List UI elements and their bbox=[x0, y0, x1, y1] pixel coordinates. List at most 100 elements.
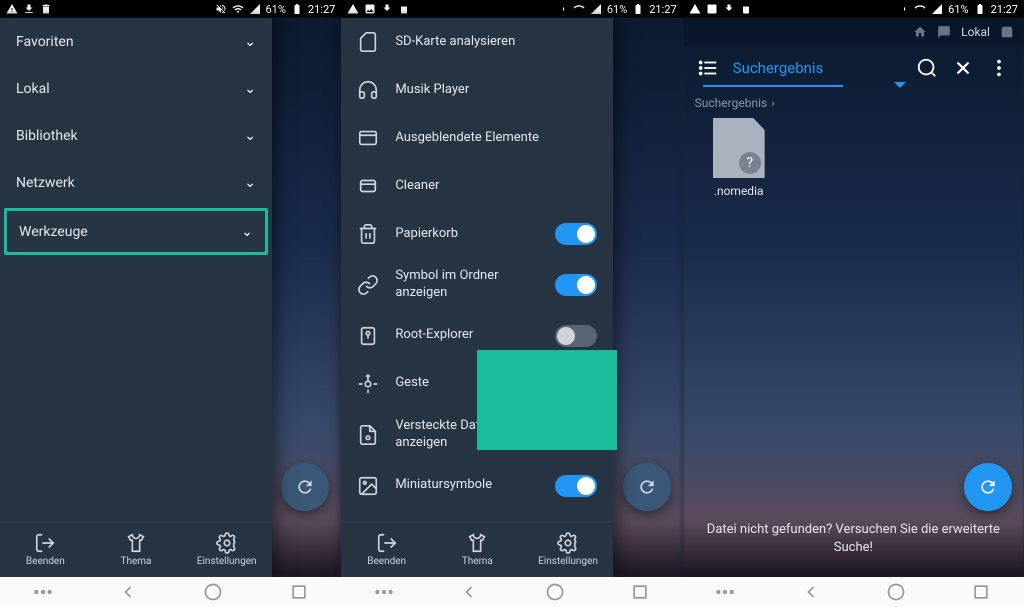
setting-row-gesture[interactable]: Geste bbox=[341, 360, 613, 408]
search-icon[interactable] bbox=[916, 57, 938, 79]
bottom-label: Einstellungen bbox=[197, 556, 257, 567]
setting-row-hiddenfile[interactable]: Versteckte Dateien anzeigen bbox=[341, 408, 613, 462]
battery-icon bbox=[974, 3, 986, 15]
setting-label: Miniatursymbole bbox=[395, 477, 539, 494]
nav-back-icon[interactable] bbox=[118, 582, 138, 602]
file-item-nomedia[interactable]: ? .nomedia bbox=[701, 118, 777, 198]
drawer-item-favoriten[interactable]: Favoriten ⌄ bbox=[0, 18, 272, 65]
tools-settings-list: SD-Karte analysieren Musik Player Ausgeble… bbox=[341, 18, 613, 521]
cleaner-icon bbox=[357, 175, 379, 197]
close-icon[interactable] bbox=[952, 57, 974, 79]
nav-back-icon[interactable] bbox=[801, 582, 821, 602]
list-view-icon[interactable] bbox=[697, 57, 719, 79]
navigation-drawer: Favoriten ⌄ Lokal ⌄ Bibliothek ⌄ Netzwer… bbox=[0, 18, 272, 577]
breadcrumb[interactable]: Suchergebnis › bbox=[683, 90, 1024, 116]
setting-label: Cleaner bbox=[395, 178, 597, 195]
bottom-thema[interactable]: Thema bbox=[91, 522, 182, 577]
setting-label: Geste bbox=[395, 375, 539, 392]
sdcard-icon bbox=[357, 31, 379, 53]
tshirt-icon bbox=[466, 532, 488, 554]
setting-label: Musik Player bbox=[395, 82, 597, 99]
nav-menu-icon[interactable] bbox=[715, 582, 735, 602]
drawer-item-werkzeuge[interactable]: Werkzeuge ⌄ bbox=[4, 208, 268, 255]
link-icon bbox=[357, 274, 379, 296]
toggle-knob bbox=[557, 327, 575, 345]
bottom-einstellungen[interactable]: Einstellungen bbox=[181, 522, 272, 577]
setting-row-cleaner[interactable]: Cleaner bbox=[341, 162, 613, 210]
trash-small-icon bbox=[40, 3, 52, 15]
battery-text: 61% bbox=[607, 3, 627, 16]
hidden-icon bbox=[357, 127, 379, 149]
toggle-switch[interactable] bbox=[555, 274, 597, 296]
drawer-item-netzwerk[interactable]: Netzwerk ⌄ bbox=[0, 159, 272, 206]
drawer-label: Netzwerk bbox=[16, 175, 75, 191]
android-nav-bar bbox=[683, 577, 1024, 607]
archive-icon[interactable] bbox=[1000, 25, 1014, 39]
chevron-down-icon: ⌄ bbox=[244, 81, 256, 97]
nav-menu-icon[interactable] bbox=[374, 582, 394, 602]
screen-1-drawer-categories: 61% 21:27 ‹ Favoriten ⌄ Lokal ⌄ Biblioth… bbox=[0, 0, 341, 607]
download-icon bbox=[381, 3, 393, 15]
refresh-fab-bg[interactable] bbox=[623, 463, 671, 511]
topbar-location-label[interactable]: Lokal bbox=[961, 25, 990, 39]
bottom-label: Beenden bbox=[26, 556, 65, 567]
setting-row-sdcard[interactable]: SD-Karte analysieren bbox=[341, 18, 613, 66]
setting-row-root[interactable]: Root-Explorer bbox=[341, 312, 613, 360]
nav-back-icon[interactable] bbox=[459, 582, 479, 602]
nav-menu-icon[interactable] bbox=[33, 582, 53, 602]
bottom-label: Einstellungen bbox=[538, 556, 598, 567]
bottom-thema[interactable]: Thema bbox=[432, 522, 523, 577]
toggle-switch[interactable] bbox=[555, 373, 597, 395]
clock-text: 21:27 bbox=[308, 3, 335, 16]
refresh-fab-bg[interactable] bbox=[281, 463, 329, 511]
advanced-search-tip[interactable]: Datei nicht gefunden? Versuchen Sie die … bbox=[683, 521, 1024, 557]
setting-row-link[interactable]: Symbol im Ordner anzeigen bbox=[341, 258, 613, 312]
bottom-label: Thema bbox=[121, 556, 152, 567]
unknown-file-badge-icon: ? bbox=[739, 152, 761, 174]
setting-row-trash[interactable]: Papierkorb bbox=[341, 210, 613, 258]
nav-home-icon[interactable] bbox=[886, 582, 906, 602]
setting-row-hidden[interactable]: Ausgeblendete Elemente bbox=[341, 114, 613, 162]
battery-icon bbox=[291, 3, 303, 15]
gear-icon bbox=[557, 532, 579, 554]
file-thumbnail: ? bbox=[713, 118, 765, 178]
nav-recents-icon[interactable] bbox=[289, 582, 309, 602]
search-result-title[interactable]: Suchergebnis bbox=[733, 59, 902, 77]
bottom-einstellungen[interactable]: Einstellungen bbox=[523, 522, 614, 577]
nav-recents-icon[interactable] bbox=[630, 582, 650, 602]
toggle-knob bbox=[577, 276, 595, 294]
trash-small-icon bbox=[740, 3, 752, 15]
bottom-beenden[interactable]: Beenden bbox=[341, 522, 432, 577]
toggle-knob bbox=[577, 225, 595, 243]
chevron-down-icon: ⌄ bbox=[244, 128, 256, 144]
overflow-menu-icon[interactable] bbox=[988, 57, 1010, 79]
toggle-switch[interactable] bbox=[555, 475, 597, 497]
home-icon[interactable] bbox=[913, 25, 927, 39]
trash-icon bbox=[357, 223, 379, 245]
toggle-switch[interactable] bbox=[555, 424, 597, 446]
file-name-label: .nomedia bbox=[714, 184, 764, 198]
nav-home-icon[interactable] bbox=[545, 582, 565, 602]
toggle-switch[interactable] bbox=[555, 223, 597, 245]
clock-text: 21:27 bbox=[991, 3, 1018, 16]
drawer-label: Lokal bbox=[16, 81, 50, 97]
refresh-icon bbox=[295, 477, 315, 497]
drawer-item-bibliothek[interactable]: Bibliothek ⌄ bbox=[0, 112, 272, 159]
bottom-beenden[interactable]: Beenden bbox=[0, 522, 91, 577]
drawer-label: Bibliothek bbox=[16, 128, 78, 144]
bottom-label: Beenden bbox=[367, 556, 406, 567]
nav-home-icon[interactable] bbox=[203, 582, 223, 602]
hiddenfile-icon bbox=[357, 424, 379, 446]
refresh-icon bbox=[978, 477, 998, 497]
chat-icon[interactable] bbox=[937, 25, 951, 39]
setting-label: Versteckte Dateien anzeigen bbox=[395, 418, 539, 452]
setting-row-headphones[interactable]: Musik Player bbox=[341, 66, 613, 114]
warning-icon bbox=[6, 3, 18, 15]
drawer-item-lokal[interactable]: Lokal ⌄ bbox=[0, 65, 272, 112]
mute-icon bbox=[556, 3, 568, 15]
toggle-switch[interactable] bbox=[555, 325, 597, 347]
setting-label: Ausgeblendete Elemente bbox=[395, 130, 597, 147]
setting-row-thumbnail[interactable]: Miniatursymbole bbox=[341, 462, 613, 510]
refresh-fab[interactable] bbox=[964, 463, 1012, 511]
nav-recents-icon[interactable] bbox=[971, 582, 991, 602]
